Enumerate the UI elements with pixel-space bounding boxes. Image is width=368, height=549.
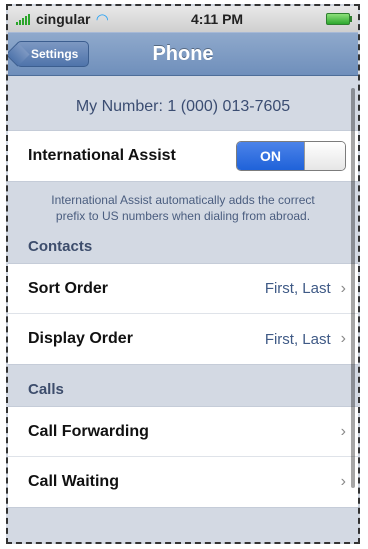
carrier-name: cingular	[36, 11, 91, 27]
chevron-right-icon: ›	[340, 473, 346, 490]
international-group: International Assist ON	[8, 130, 358, 182]
display-order-label: Display Order	[28, 330, 133, 347]
page-title: Phone	[152, 42, 214, 65]
display-order-row[interactable]: Display Order First, Last ›	[8, 314, 358, 364]
calls-header: Calls	[28, 381, 64, 398]
settings-back-button[interactable]: Settings	[16, 41, 90, 67]
chevron-right-icon: ›	[340, 330, 346, 347]
settings-content: My Number: 1 (000) 013-7605 Internationa…	[8, 76, 358, 508]
navigation-bar: Settings Phone	[8, 32, 358, 76]
display-order-value-wrap: First, Last ›	[265, 330, 346, 348]
international-assist-row: International Assist ON	[8, 131, 358, 181]
sort-order-value: First, Last	[264, 280, 331, 297]
call-waiting-label: Call Waiting	[28, 473, 119, 490]
status-bar: cingular ◠ 4:11 PM	[8, 6, 358, 32]
phone-screen: cingular ◠ 4:11 PM Settings Phone My Num…	[6, 4, 360, 544]
wifi-icon: ◠	[96, 11, 109, 28]
sort-order-row[interactable]: Sort Order First, Last ›	[8, 264, 358, 314]
international-assist-note: International Assist automatically adds …	[51, 193, 315, 223]
status-left: cingular ◠	[16, 10, 108, 28]
battery-icon	[326, 13, 352, 25]
sort-order-value-wrap: First, Last ›	[265, 280, 346, 298]
contacts-header: Contacts	[28, 238, 93, 255]
status-time: 4:11 PM	[190, 11, 244, 27]
international-assist-toggle[interactable]: ON	[236, 141, 346, 171]
call-waiting-row[interactable]: Call Waiting ›	[8, 457, 358, 507]
chevron-right-icon: ›	[340, 279, 346, 297]
contacts-group: Sort Order First, Last › Display Order F…	[8, 263, 358, 365]
scrollbar[interactable]	[351, 88, 355, 488]
call-forwarding-label: Call Forwarding	[28, 422, 149, 440]
sort-order-label: Sort Order	[28, 279, 109, 297]
back-button-label: Settings	[31, 47, 79, 61]
signal-icon	[16, 13, 30, 25]
calls-group: Call Forwarding › Call Waiting ›	[8, 406, 358, 508]
international-assist-label: International Assist	[28, 147, 176, 164]
toggle-knob	[304, 142, 345, 170]
display-order-value: First, Last	[264, 330, 331, 348]
chevron-right-icon: ›	[340, 422, 346, 440]
call-forwarding-row[interactable]: Call Forwarding ›	[8, 407, 358, 457]
my-number: My Number: 1 (000) 013-7605	[75, 98, 291, 115]
toggle-on-label: ON	[237, 142, 304, 170]
